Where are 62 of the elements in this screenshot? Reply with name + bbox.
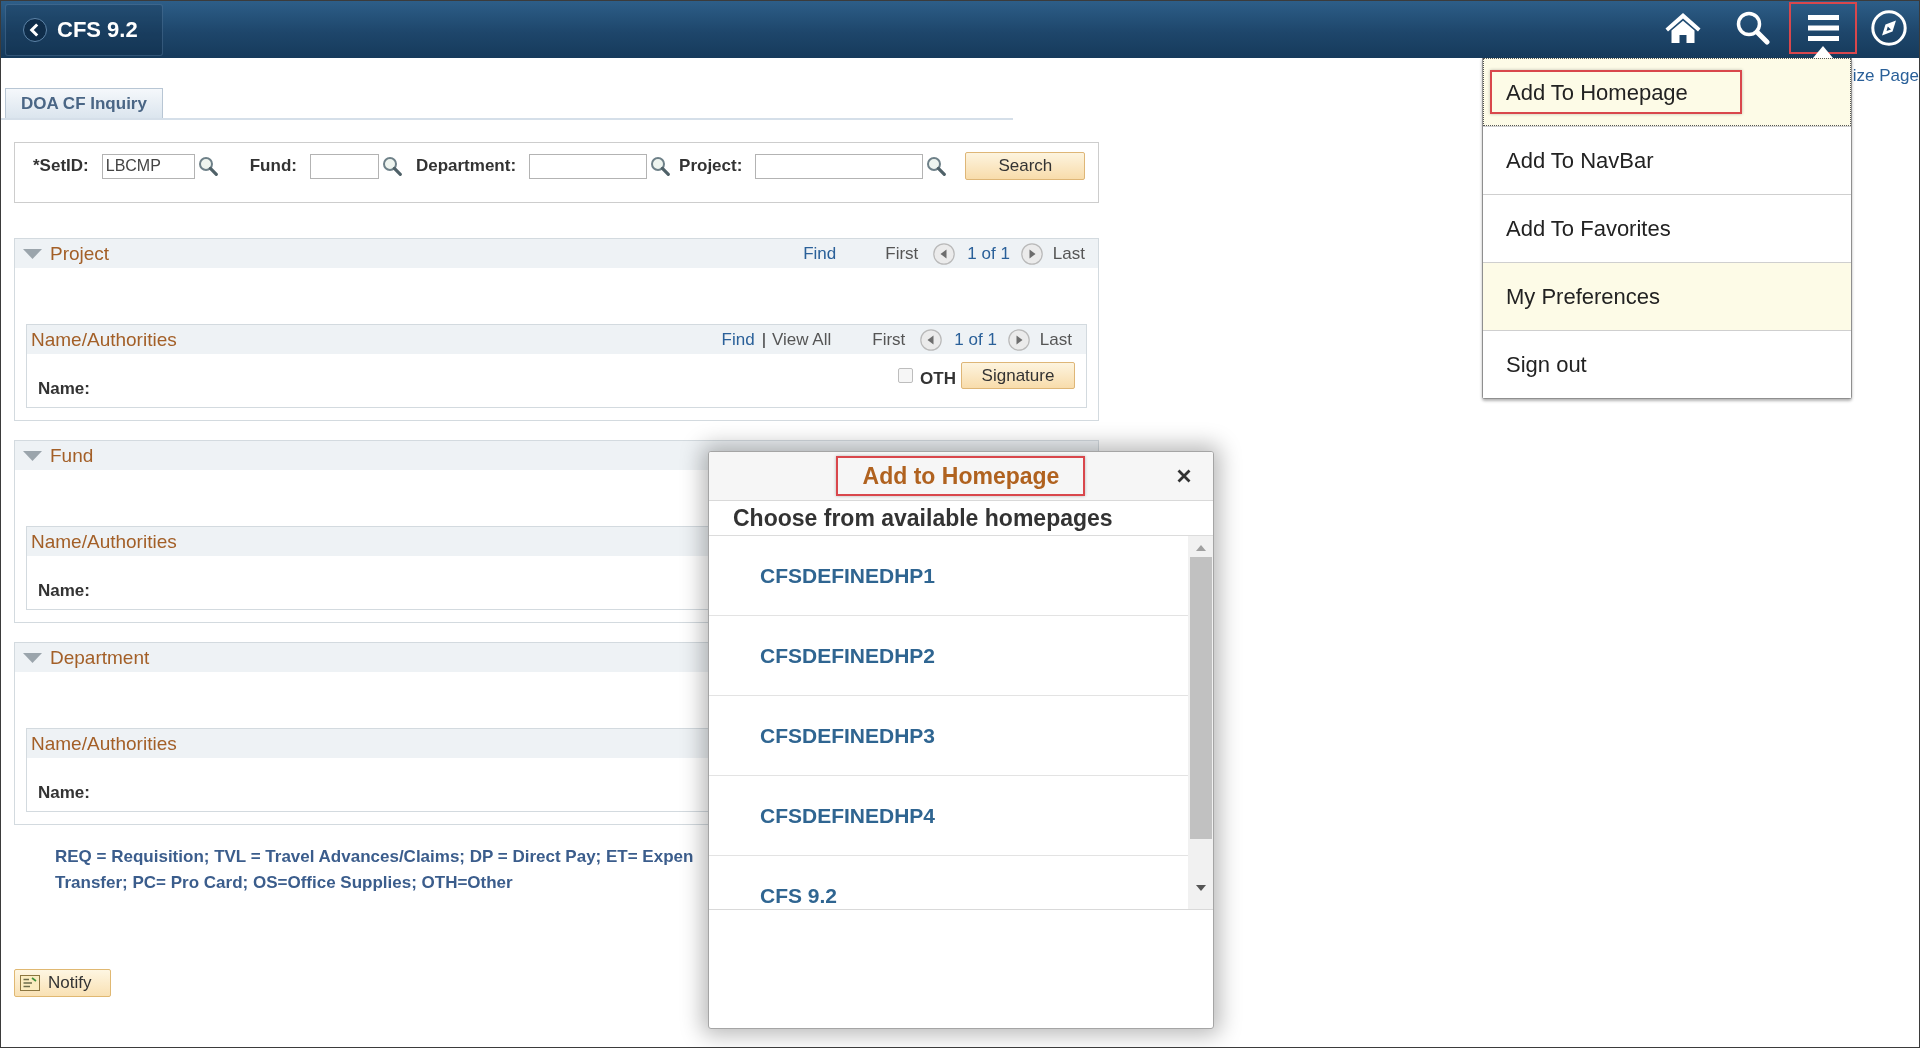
scroll-down-icon[interactable] [1195, 885, 1206, 891]
first-link[interactable]: First [885, 243, 919, 264]
first-link[interactable]: First [872, 329, 906, 350]
separator-text: | [761, 329, 767, 350]
scroll-thumb[interactable] [1189, 557, 1212, 839]
dialog-title: Add to Homepage [862, 463, 1060, 489]
homepage-link[interactable]: CFSDEFINEDHP3 [760, 723, 936, 748]
close-icon[interactable] [1177, 469, 1191, 483]
back-icon [23, 18, 47, 42]
note-icon [20, 975, 40, 991]
checkbox[interactable] [898, 368, 914, 383]
signature-button[interactable]: Signature [961, 362, 1075, 389]
menu-item[interactable]: My Preferences [1483, 262, 1851, 330]
find-link[interactable]: Find [803, 243, 837, 264]
menu-item[interactable]: Add To NavBar [1483, 126, 1851, 194]
legend-text: REQ = Requisition; TVL = Travel Advances/Claims; DP = Direct Pay; ET= Expen Transfer; PC= Pro Card; OS=Office Supplies; OTH=Other [55, 846, 694, 894]
back-button[interactable]: CFS 9.2 [5, 4, 163, 56]
last-link[interactable]: Last [1052, 243, 1085, 264]
notify-button[interactable]: Notify [14, 969, 111, 997]
dialog-subtitle: Choose from available homepages [709, 501, 1213, 536]
section-title[interactable]: Department [50, 646, 150, 669]
home-icon [1665, 12, 1701, 44]
view-all-link[interactable]: View All [772, 329, 832, 350]
page-count: 1 of 1 [967, 243, 1010, 264]
name-label: Name: [38, 582, 90, 600]
compass-icon [1871, 10, 1907, 46]
field-label: Fund: [249, 156, 297, 176]
field-label: Project: [679, 156, 743, 176]
tab[interactable]: DOA CF Inquiry [5, 88, 163, 118]
name-label: Name: [38, 380, 90, 398]
last-link[interactable]: Last [1039, 329, 1072, 350]
search-icon [1736, 11, 1770, 45]
text-input[interactable] [309, 153, 379, 179]
text-input[interactable] [755, 153, 924, 179]
homepage-link[interactable]: CFSDEFINEDHP1 [760, 563, 936, 588]
homepage-link[interactable]: CFS 9.2 [760, 883, 838, 908]
search-icon[interactable] [650, 156, 671, 176]
search-icon[interactable] [926, 156, 947, 176]
subsection-title: Name/Authorities [31, 732, 177, 755]
section-title[interactable]: Fund [50, 444, 94, 467]
text-input[interactable]: LBCMP [101, 153, 195, 179]
checkbox-label: OTH [920, 369, 956, 389]
subsection-title: Name/Authorities [31, 530, 177, 553]
search-button[interactable]: Search [965, 152, 1086, 180]
find-link[interactable]: Find [721, 329, 755, 350]
menu-item[interactable]: Sign out [1483, 330, 1851, 398]
menu-button[interactable] [1789, 2, 1857, 54]
homepage-link[interactable]: CFSDEFINEDHP2 [760, 643, 936, 668]
field-label: *SetID: [33, 156, 89, 176]
search-icon[interactable] [197, 156, 218, 176]
menu-icon [1807, 15, 1839, 41]
text-input[interactable] [529, 153, 648, 179]
section-title[interactable]: Project [50, 242, 110, 265]
menu-item[interactable]: Add To Favorites [1483, 194, 1851, 262]
menu-item[interactable]: Add To Homepage [1483, 58, 1851, 126]
subsection-title: Name/Authorities [31, 328, 177, 351]
field-label: Department: [415, 156, 517, 176]
personalize-link[interactable]: ize Page [1852, 66, 1919, 86]
homepage-link[interactable]: CFSDEFINEDHP4 [760, 803, 936, 828]
page-count: 1 of 1 [954, 329, 997, 350]
name-label: Name: [38, 784, 90, 802]
search-icon[interactable] [381, 156, 402, 176]
